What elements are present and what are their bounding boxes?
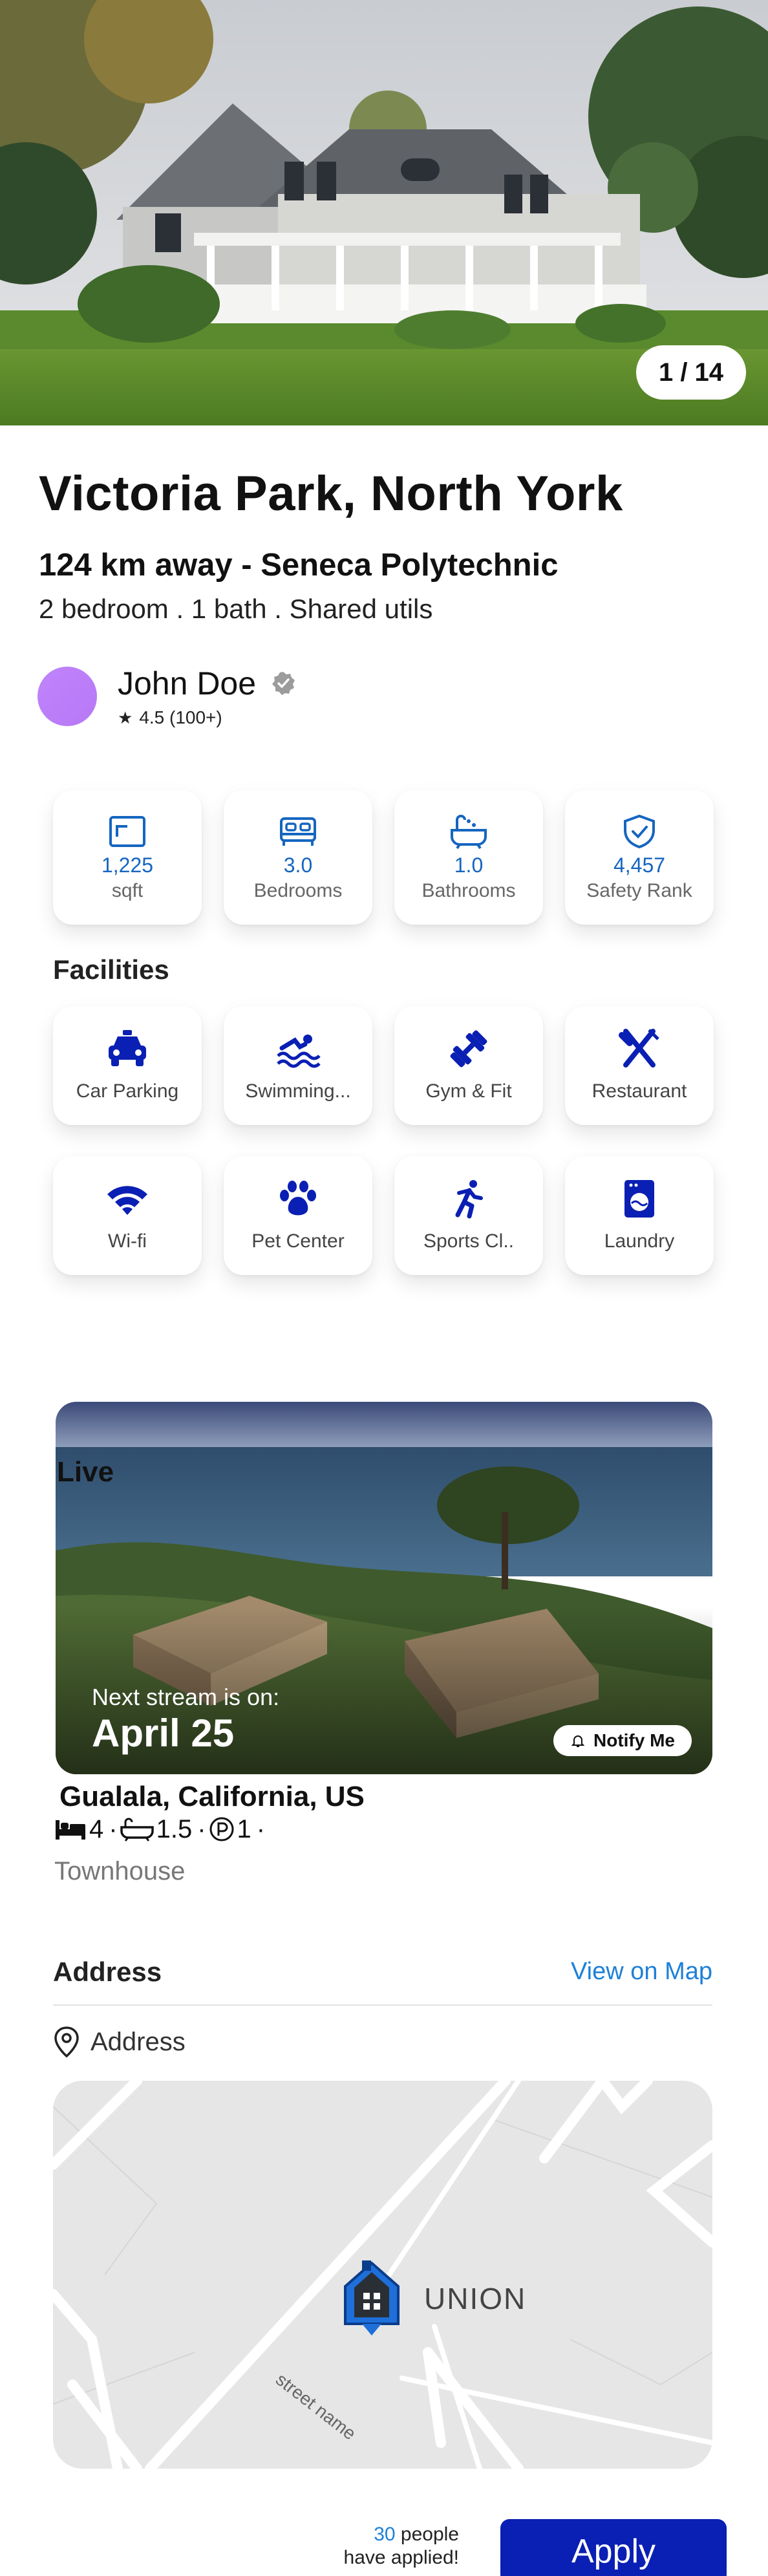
applied-line2: have applied! bbox=[343, 2547, 459, 2568]
stat-value: 4,457 bbox=[613, 853, 666, 877]
featured-baths: 1.5 bbox=[156, 1814, 193, 1843]
facility-gym[interactable]: Gym & Fit bbox=[394, 1006, 543, 1125]
avatar[interactable] bbox=[37, 667, 97, 726]
address-section-title: Address bbox=[53, 1957, 162, 1987]
stat-value: 1.0 bbox=[454, 853, 484, 877]
host-name: John Doe bbox=[118, 665, 257, 702]
facility-pet-center[interactable]: Pet Center bbox=[224, 1156, 372, 1275]
running-icon bbox=[455, 1180, 483, 1219]
facility-wifi[interactable]: Wi-fi bbox=[53, 1156, 202, 1275]
facilities-title: Facilities bbox=[53, 954, 169, 985]
stat-card-bathrooms: 1.0 Bathrooms bbox=[394, 790, 543, 925]
stat-label: Safety Rank bbox=[586, 879, 692, 901]
facility-label: Laundry bbox=[604, 1230, 675, 1252]
facility-label: Sports Cl.. bbox=[423, 1230, 515, 1252]
restaurant-icon bbox=[619, 1029, 659, 1068]
area-icon bbox=[109, 815, 145, 847]
featured-listing-name: Gualala, California, US bbox=[59, 1781, 365, 1812]
shield-check-icon bbox=[624, 814, 655, 848]
facility-laundry[interactable]: Laundry bbox=[565, 1156, 714, 1275]
featured-type: Townhouse bbox=[54, 1857, 186, 1885]
host-rating-value: 4.5 (100+) bbox=[139, 707, 222, 727]
facility-label: Car Parking bbox=[76, 1080, 179, 1102]
host-rating: ★ 4.5 (100+) bbox=[118, 707, 296, 728]
verified-badge-icon bbox=[272, 672, 295, 695]
facility-label: Wi-fi bbox=[108, 1230, 147, 1252]
address-row: Address bbox=[52, 2025, 186, 2059]
featured-amenities: 4 · 1.5 · 1 · bbox=[54, 1813, 268, 1845]
separator: · bbox=[109, 1814, 118, 1843]
stat-label: Bathrooms bbox=[421, 879, 516, 901]
stat-label: Bedrooms bbox=[253, 879, 343, 901]
photo-counter: 1 / 14 bbox=[636, 345, 746, 400]
notify-me-button[interactable]: Notify Me bbox=[553, 1725, 692, 1756]
live-badge: Live bbox=[57, 1456, 114, 1488]
facility-label: Gym & Fit bbox=[425, 1080, 512, 1102]
view-on-map-link[interactable]: View on Map bbox=[571, 1958, 712, 1986]
applied-count: 30 bbox=[374, 2524, 396, 2545]
facility-label: Swimming... bbox=[245, 1080, 351, 1102]
host-profile[interactable]: John Doe ★ 4.5 (100+) bbox=[37, 665, 296, 728]
address-label: Address bbox=[91, 2027, 186, 2056]
facility-restaurant[interactable]: Restaurant bbox=[565, 1006, 714, 1125]
facility-sports-club[interactable]: Sports Cl.. bbox=[394, 1156, 543, 1275]
stat-card-safety-rank: 4,457 Safety Rank bbox=[565, 790, 714, 925]
location-pin-icon bbox=[54, 2026, 79, 2058]
featured-parking: 1 bbox=[237, 1814, 251, 1843]
divider bbox=[53, 2004, 712, 2006]
listing-distance: 124 km away - Seneca Polytechnic bbox=[39, 548, 559, 583]
car-icon bbox=[109, 1030, 146, 1066]
bed-icon bbox=[56, 1820, 85, 1840]
bell-icon bbox=[571, 1735, 585, 1747]
next-stream-label: Next stream is on: bbox=[92, 1684, 280, 1710]
applied-count-text: 30 people have applied! bbox=[323, 2523, 459, 2570]
star-icon: ★ bbox=[118, 707, 133, 727]
listing-specs: 2 bedroom . 1 bath . Shared utils bbox=[39, 594, 433, 624]
hero-photo[interactable]: 1 / 14 bbox=[0, 0, 768, 425]
separator: · bbox=[256, 1814, 266, 1843]
listing-title: Victoria Park, North York bbox=[39, 466, 623, 521]
stat-value: 1,225 bbox=[101, 853, 154, 877]
bed-icon bbox=[280, 817, 316, 846]
next-stream-date: April 25 bbox=[92, 1712, 235, 1755]
stat-label: sqft bbox=[111, 879, 144, 901]
notify-me-label: Notify Me bbox=[593, 1730, 675, 1750]
map-place-label: UNION bbox=[424, 2282, 527, 2315]
washing-machine-icon bbox=[624, 1180, 654, 1218]
apply-button[interactable]: Apply bbox=[500, 2519, 727, 2576]
separator: · bbox=[197, 1814, 206, 1843]
paw-icon bbox=[280, 1181, 316, 1216]
facility-label: Restaurant bbox=[592, 1080, 687, 1102]
wifi-icon bbox=[107, 1186, 147, 1215]
address-map[interactable]: UNION street name bbox=[53, 2081, 712, 2469]
stat-card-sqft: 1,225 sqft bbox=[53, 790, 202, 925]
bathtub-icon bbox=[451, 814, 487, 849]
swimming-icon bbox=[277, 1035, 321, 1068]
facility-label: Pet Center bbox=[251, 1230, 345, 1252]
facility-swimming[interactable]: Swimming... bbox=[224, 1006, 372, 1125]
bathtub-icon bbox=[120, 1818, 154, 1841]
facility-car-parking[interactable]: Car Parking bbox=[53, 1006, 202, 1125]
applied-suffix: people bbox=[400, 2524, 459, 2545]
stat-value: 3.0 bbox=[283, 853, 313, 877]
live-stream-card[interactable]: Live Next stream is on: April 25 Notify … bbox=[56, 1402, 712, 1774]
featured-beds: 4 bbox=[89, 1814, 104, 1843]
dumbbell-icon bbox=[450, 1030, 487, 1068]
home-pin-icon bbox=[344, 2260, 400, 2335]
parking-icon bbox=[209, 1817, 234, 1841]
stat-card-bedrooms: 3.0 Bedrooms bbox=[224, 790, 372, 925]
